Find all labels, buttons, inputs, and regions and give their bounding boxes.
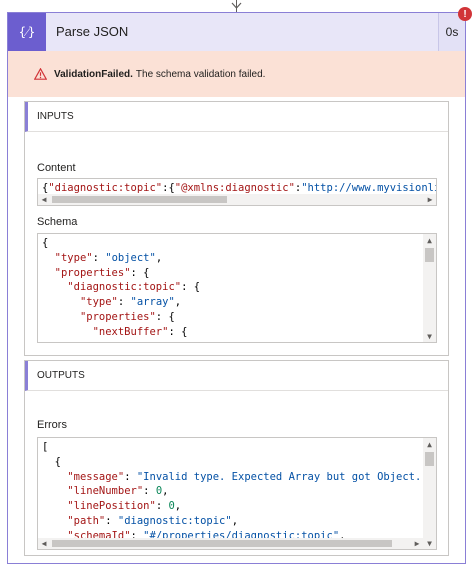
code-line: [ xyxy=(42,441,49,453)
scrollbar-thumb[interactable] xyxy=(52,540,392,547)
scrollbar-thumb[interactable] xyxy=(425,452,434,466)
error-banner: ValidationFailed. The schema validation … xyxy=(8,51,465,97)
code-line: "message": "Invalid type. Expected Array… xyxy=(67,470,422,483)
outputs-section: OUTPUTS Errors [ { "message": "Invalid t… xyxy=(24,360,449,556)
scroll-left-icon[interactable]: ◀ xyxy=(38,194,50,205)
code-line: "path": "diagnostic:topic", xyxy=(67,514,239,527)
code-line: "schemaId": "#/properties/diagnostic:top… xyxy=(67,529,346,538)
schema-field[interactable]: { "type": "object", "properties": { "dia… xyxy=(37,233,437,343)
code-line: "properties": { xyxy=(54,266,150,279)
inputs-header[interactable]: INPUTS xyxy=(25,102,448,132)
action-title: Parse JSON xyxy=(56,24,129,39)
errors-horizontal-scrollbar[interactable]: ◀ ▶ xyxy=(38,538,423,549)
code-line: { xyxy=(42,237,49,249)
errors-field[interactable]: [ { "message": "Invalid type. Expected A… xyxy=(37,437,437,550)
error-title: ValidationFailed. xyxy=(54,68,133,80)
inputs-section: INPUTS Content {"diagnostic:topic":{"@xm… xyxy=(24,101,449,356)
errors-label: Errors xyxy=(37,419,67,431)
action-header[interactable]: {⁄} Parse JSON 0s xyxy=(8,13,465,51)
outputs-header[interactable]: OUTPUTS xyxy=(25,361,448,391)
scrollbar-thumb[interactable] xyxy=(52,196,227,203)
scroll-right-icon[interactable]: ▶ xyxy=(411,538,423,549)
parse-json-action-card[interactable]: {⁄} Parse JSON 0s ! ValidationFailed. Th… xyxy=(7,7,472,564)
code-line: { xyxy=(54,455,61,468)
scrollbar-thumb[interactable] xyxy=(425,248,434,262)
content-value: {"diagnostic:topic":{"@xmlns:diagnostic"… xyxy=(42,182,436,194)
scroll-down-icon[interactable]: ▼ xyxy=(423,330,436,342)
content-field[interactable]: {"diagnostic:topic":{"@xmlns:diagnostic"… xyxy=(37,178,437,206)
scroll-left-icon[interactable]: ◀ xyxy=(38,538,50,549)
content-label: Content xyxy=(37,162,76,174)
error-badge: ! xyxy=(458,7,472,21)
content-horizontal-scrollbar[interactable]: ◀ ▶ xyxy=(38,194,436,205)
schema-label: Schema xyxy=(37,216,78,228)
warning-triangle-icon xyxy=(34,68,47,80)
error-message: The schema validation failed. xyxy=(135,68,266,80)
scroll-down-icon[interactable]: ▼ xyxy=(423,537,436,549)
errors-value: [ { "message": "Invalid type. Expected A… xyxy=(42,440,422,538)
code-line: "nextBuffer": { xyxy=(92,325,188,338)
code-line: "linePosition": 0, xyxy=(67,500,182,513)
scroll-right-icon[interactable]: ▶ xyxy=(424,194,436,205)
scroll-up-icon[interactable]: ▲ xyxy=(423,234,436,246)
scroll-up-icon[interactable]: ▲ xyxy=(423,438,436,450)
code-line: "diagnostic:topic": { xyxy=(67,281,201,294)
chevron-down-icon xyxy=(231,2,242,9)
code-line: "properties": { xyxy=(79,310,175,323)
errors-vertical-scrollbar[interactable]: ▲ ▼ xyxy=(423,438,436,549)
schema-value: { "type": "object", "properties": { "dia… xyxy=(42,236,422,342)
code-line: "type": "array", xyxy=(79,296,182,309)
code-line: "lineNumber": 0, xyxy=(67,485,169,498)
braces-icon: {⁄} xyxy=(8,13,46,51)
schema-vertical-scrollbar[interactable]: ▲ ▼ xyxy=(423,234,436,342)
code-line: "type": "object", xyxy=(54,251,163,264)
code-line: "type": "object", xyxy=(42,340,422,342)
